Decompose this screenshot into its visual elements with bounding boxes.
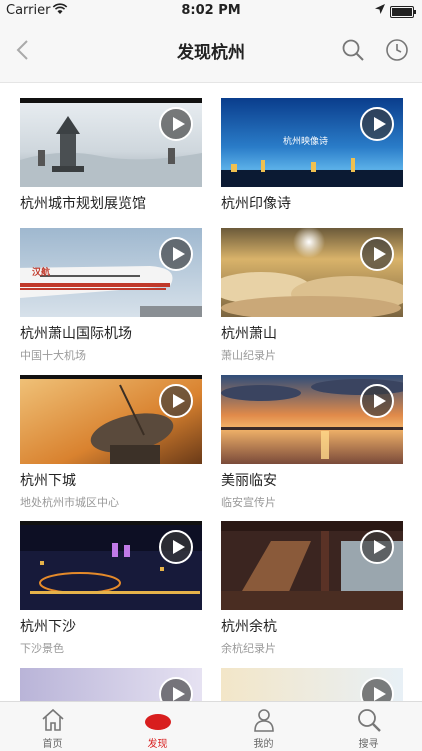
tab-label: 发现 [147, 739, 168, 750]
search-icon [357, 709, 381, 732]
status-bar: Carrier 8:02 PM [0, 0, 422, 22]
video-title: 杭州下沙 [20, 619, 76, 635]
airline-label: 汉航 [32, 266, 50, 278]
video-title: 杭州萧山国际机场 [20, 326, 132, 342]
video-thumbnail[interactable] [221, 375, 403, 464]
video-title: 杭州城市规划展览馆 [20, 196, 146, 212]
video-title: 杭州余杭 [221, 619, 277, 635]
video-subtitle: 中国十大机场 [20, 349, 86, 362]
video-card[interactable]: 杭州萧山 萧山纪录片 [221, 228, 403, 363]
video-title: 美丽临安 [221, 473, 277, 489]
tab-label: 我的 [253, 739, 274, 750]
video-subtitle: 萧山纪录片 [221, 349, 276, 362]
navigation-bar: 发现杭州 [0, 22, 422, 83]
video-thumbnail[interactable] [20, 375, 202, 464]
discover-icon [144, 714, 171, 730]
video-card[interactable]: 杭州下城 地处杭州市城区中心 [20, 375, 202, 510]
tab-label: 搜寻 [358, 739, 379, 750]
tab-bar: 首页 发现 我的 搜寻 [0, 701, 422, 751]
video-title: 杭州萧山 [221, 326, 277, 342]
video-card[interactable]: 杭州城市规划展览馆 [20, 98, 202, 213]
video-subtitle: 临安宣传片 [221, 496, 276, 509]
play-icon[interactable] [360, 237, 394, 271]
tab-label: 首页 [42, 739, 63, 750]
video-card[interactable]: 杭州映像诗 杭州印像诗 [221, 98, 403, 213]
video-card[interactable]: 汉航 杭州萧山国际机场 中国十大机场 [20, 228, 202, 363]
video-title: 杭州印像诗 [221, 196, 291, 212]
play-icon[interactable] [159, 107, 193, 141]
tab-home[interactable]: 首页 [0, 702, 105, 751]
video-thumbnail[interactable] [20, 521, 202, 610]
video-thumbnail[interactable] [221, 521, 403, 610]
video-subtitle: 下沙景色 [20, 642, 64, 655]
play-icon[interactable] [159, 530, 193, 564]
tab-discover[interactable]: 发现 [105, 702, 210, 751]
play-icon[interactable] [159, 237, 193, 271]
location-arrow-icon [375, 4, 385, 14]
video-thumbnail[interactable]: 汉航 [20, 228, 202, 317]
battery-icon [390, 6, 416, 18]
poem-title-overlay: 杭州映像诗 [283, 135, 328, 147]
video-thumbnail[interactable] [20, 98, 202, 187]
video-card[interactable]: 杭州余杭 余杭纪录片 [221, 521, 403, 656]
video-card[interactable]: 杭州下沙 下沙景色 [20, 521, 202, 656]
video-thumbnail[interactable]: 杭州映像诗 [221, 98, 403, 187]
clock: 8:02 PM [181, 3, 241, 18]
video-card[interactable] [221, 668, 403, 701]
video-card[interactable] [20, 668, 202, 701]
tab-profile[interactable]: 我的 [211, 702, 316, 751]
play-icon[interactable] [360, 384, 394, 418]
play-icon[interactable] [360, 530, 394, 564]
search-icon[interactable] [340, 37, 366, 63]
video-title: 杭州下城 [20, 473, 76, 489]
video-thumbnail[interactable] [221, 228, 403, 317]
history-clock-icon[interactable] [384, 37, 410, 63]
video-subtitle: 余杭纪录片 [221, 642, 276, 655]
profile-icon [253, 709, 274, 732]
play-icon[interactable] [159, 384, 193, 418]
home-icon [41, 708, 64, 731]
video-card[interactable]: 美丽临安 临安宣传片 [221, 375, 403, 510]
video-subtitle: 地处杭州市城区中心 [20, 496, 119, 509]
play-icon[interactable] [360, 107, 394, 141]
video-thumbnail[interactable] [221, 668, 403, 701]
tab-search[interactable]: 搜寻 [316, 702, 421, 751]
video-thumbnail[interactable] [20, 668, 202, 701]
